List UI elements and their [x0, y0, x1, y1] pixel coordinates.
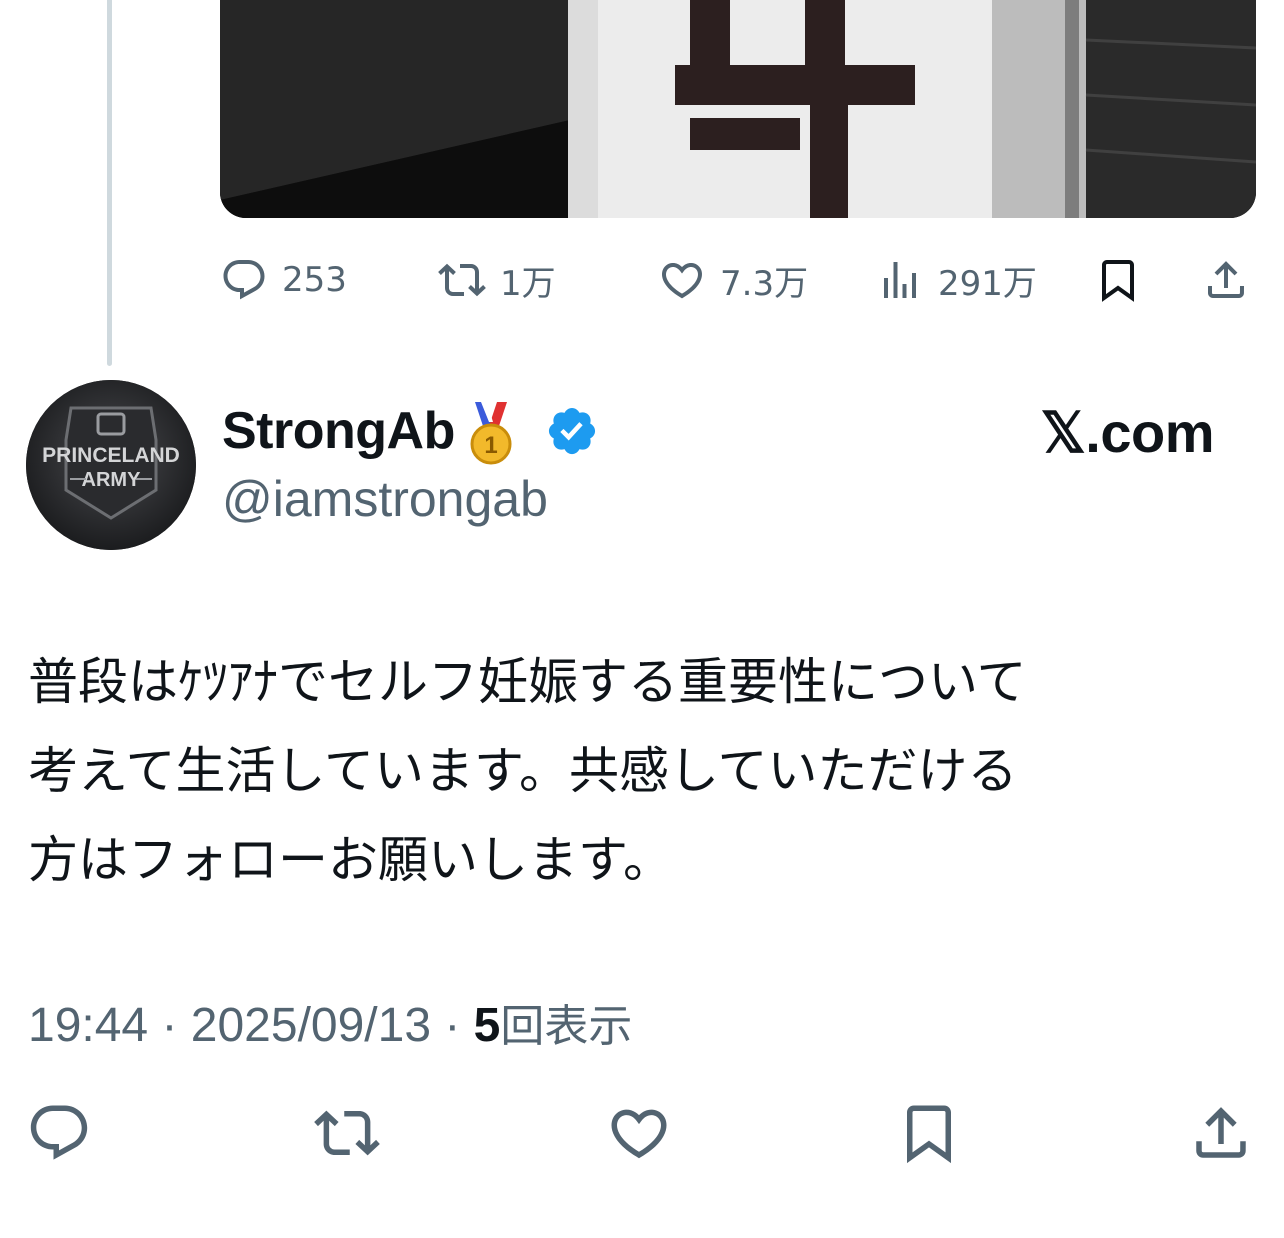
- reply-icon: [30, 1105, 88, 1160]
- reply-icon: [223, 260, 265, 300]
- reply-stat[interactable]: 253: [220, 250, 347, 310]
- like-icon: [661, 263, 703, 299]
- views-count: 5: [473, 999, 501, 1052]
- tweet-date[interactable]: 2025/09/13: [191, 999, 431, 1052]
- bookmark-icon: [907, 1105, 951, 1164]
- media-photo: [220, 0, 1256, 218]
- avatar[interactable]: PRINCELAND ARMY: [26, 380, 196, 550]
- like-icon: [611, 1109, 667, 1159]
- share-icon: [1208, 261, 1244, 298]
- reply-button[interactable]: [26, 1100, 92, 1166]
- meta-separator: ·: [431, 999, 474, 1052]
- tweet-text: 普段はｹﾂｱﾅでセルフ妊娠する重要性について 考えて生活しています。共感していた…: [28, 653, 1027, 889]
- like-stat[interactable]: 7.3万: [658, 250, 808, 310]
- tweet-action-bar: [0, 1100, 1284, 1170]
- repost-button[interactable]: [314, 1100, 380, 1166]
- bookmark-icon: [1102, 260, 1134, 302]
- share-button[interactable]: [1188, 1100, 1254, 1166]
- display-name[interactable]: StrongAb: [222, 401, 455, 461]
- previous-tweet-action-bar: 253 1万 7.3万 291万: [0, 250, 1284, 310]
- author-name-row[interactable]: StrongAb 1: [222, 396, 599, 466]
- tweet-metadata: 19:44 · 2025/09/13 · 5回表示: [28, 990, 632, 1054]
- previous-tweet-media[interactable]: [220, 0, 1256, 218]
- like-button[interactable]: [606, 1100, 672, 1166]
- bookmark-button[interactable]: [896, 1100, 962, 1166]
- repost-stat[interactable]: 1万: [438, 250, 556, 310]
- x-com-watermark: 𝕏.com: [1040, 401, 1215, 464]
- views-icon: [884, 262, 916, 298]
- views-label: 回表示: [500, 1001, 633, 1052]
- meta-separator: ·: [148, 999, 191, 1052]
- like-count: 7.3万: [720, 263, 809, 304]
- views-stat[interactable]: 291万: [876, 250, 1037, 310]
- share-icon: [1196, 1107, 1246, 1158]
- verified-badge-icon: [548, 407, 595, 455]
- reply-count: 253: [282, 260, 347, 300]
- views-count: 291万: [938, 263, 1037, 304]
- bookmark-button[interactable]: [1094, 250, 1142, 310]
- princeland-army-logo: PRINCELAND ARMY: [26, 380, 196, 550]
- thread-connector-line: [107, 0, 112, 366]
- tweet-time[interactable]: 19:44: [28, 999, 148, 1052]
- svg-text:ARMY: ARMY: [82, 469, 142, 491]
- repost-icon: [314, 1110, 380, 1156]
- svg-text:1: 1: [484, 432, 497, 459]
- repost-icon: [438, 263, 486, 297]
- first-place-medal-icon: 1: [470, 402, 512, 465]
- svg-text:PRINCELAND: PRINCELAND: [42, 444, 180, 467]
- share-button[interactable]: [1202, 250, 1250, 310]
- repost-count: 1万: [500, 263, 556, 304]
- author-handle[interactable]: @iamstrongab: [222, 470, 548, 528]
